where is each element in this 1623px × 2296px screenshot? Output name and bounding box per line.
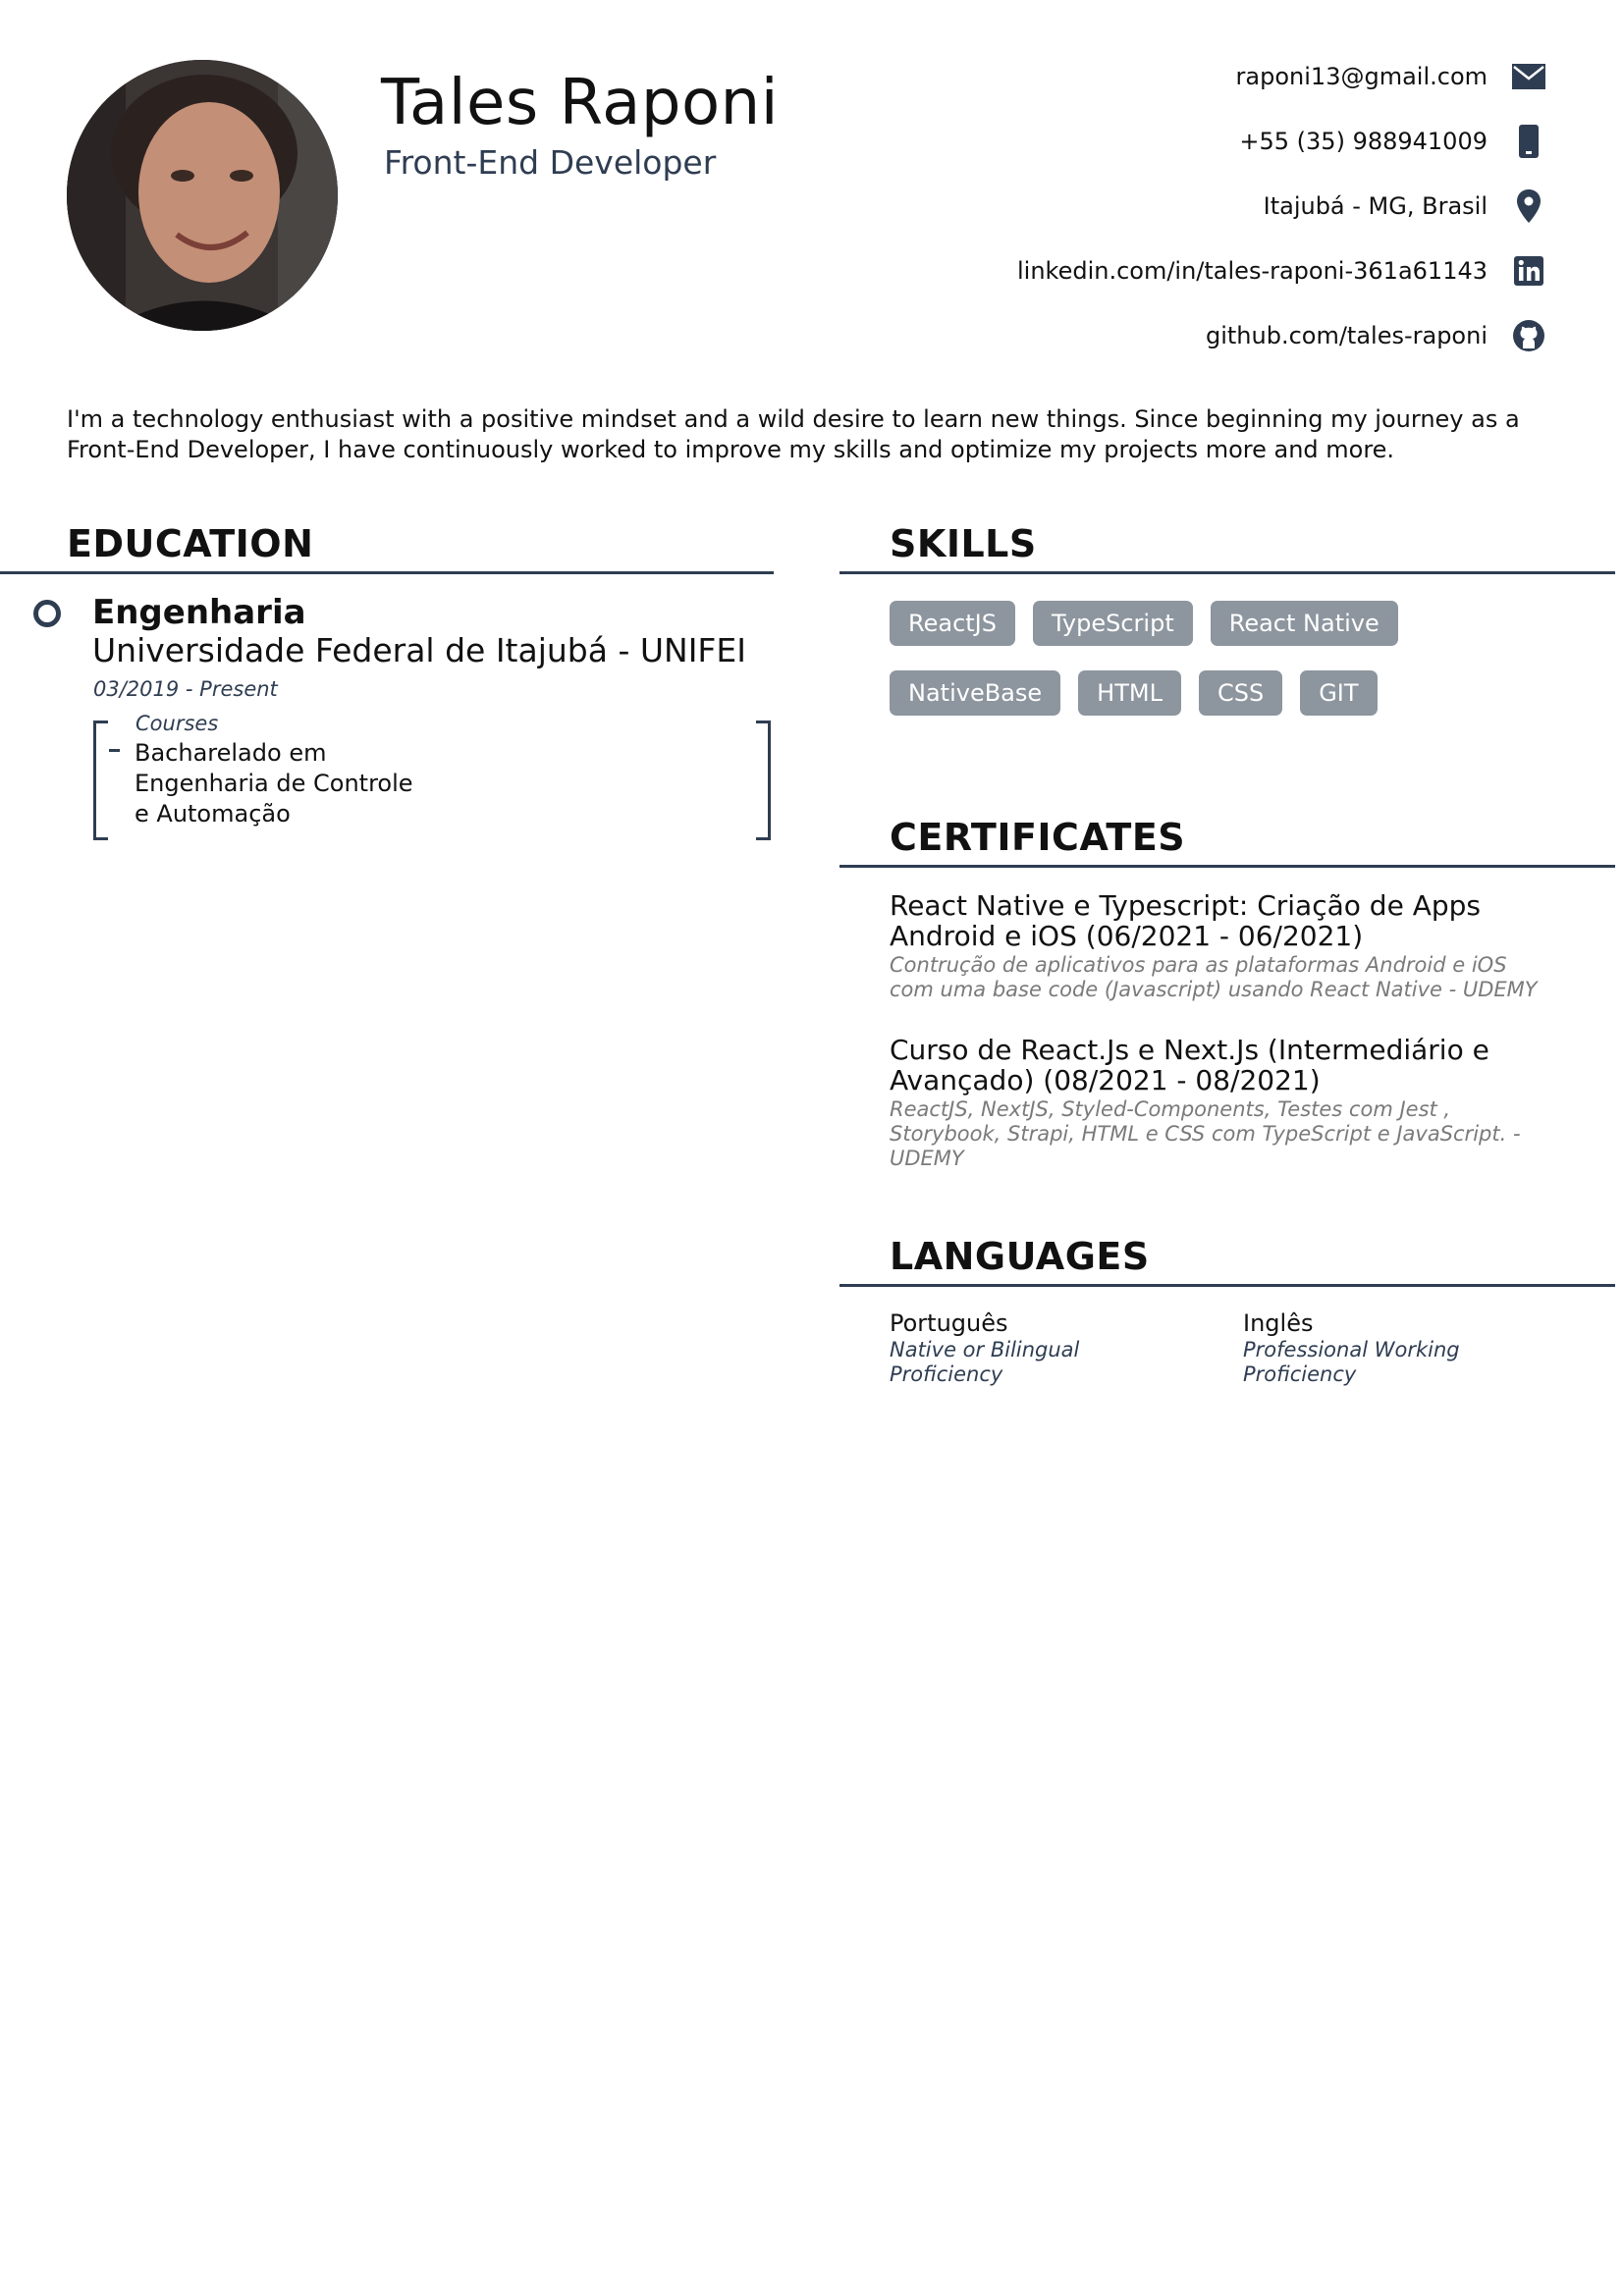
course-bullet (109, 749, 120, 752)
certificate-item: React Native e Typescript: Criação de Ap… (890, 890, 1557, 1002)
language-level: Professional Working Proficiency (1243, 1338, 1460, 1386)
skills-list: ReactJS TypeScript React Native NativeBa… (890, 601, 1439, 716)
skills-divider (839, 571, 1615, 574)
linkedin-icon (1511, 253, 1546, 289)
language-level: Native or Bilingual Proficiency (890, 1338, 1080, 1386)
certificate-title: React Native e Typescript: Criação de Ap… (890, 889, 1481, 952)
profile-summary: I'm a technology enthusiast with a posit… (67, 405, 1520, 463)
contact-email-text[interactable]: raponi13@gmail.com (1236, 63, 1488, 90)
education-school: Universidade Federal de Itajubá - UNIFEI (92, 631, 746, 669)
timeline-dot-icon (33, 600, 61, 627)
certificates-divider (839, 865, 1615, 868)
language-item: Inglês Professional Working Proficiency (1243, 1308, 1469, 1387)
skill-chip: ReactJS (890, 601, 1015, 646)
contact-linkedin-text[interactable]: linkedin.com/in/tales-raponi-361a61143 (1017, 257, 1488, 285)
courses-label: Courses (135, 712, 219, 735)
contact-phone[interactable]: +55 (35) 988941009 (1239, 120, 1546, 163)
certificate-description: Contrução de aplicativos para as platafo… (890, 953, 1538, 1001)
phone-icon (1511, 124, 1546, 159)
contact-phone-text[interactable]: +55 (35) 988941009 (1239, 128, 1488, 155)
certificate-item: Curso de React.Js e Next.Js (Intermediár… (890, 1035, 1557, 1171)
profile-photo (67, 60, 338, 331)
education-divider (0, 571, 774, 574)
language-name: Inglês (1243, 1309, 1314, 1337)
skill-chip: CSS (1198, 670, 1283, 716)
certificate-title: Curso de React.Js e Next.Js (Intermediár… (890, 1034, 1489, 1096)
languages-divider (839, 1284, 1615, 1287)
skill-chip: GIT (1300, 670, 1378, 716)
courses-bracket-right (756, 721, 771, 840)
skills-heading: SKILLS (890, 522, 1037, 565)
skill-chip: TypeScript (1033, 601, 1193, 646)
job-title: Front-End Developer (384, 143, 717, 182)
certificate-description: ReactJS, NextJS, Styled-Components, Test… (890, 1097, 1521, 1170)
contact-email[interactable]: raponi13@gmail.com (1236, 55, 1546, 98)
contact-github[interactable]: github.com/tales-raponi (1206, 314, 1546, 357)
location-pin-icon (1511, 188, 1546, 224)
github-icon (1511, 318, 1546, 353)
skill-chip: NativeBase (890, 670, 1061, 716)
certificates-heading: CERTIFICATES (890, 816, 1186, 859)
contact-location: Itajubá - MG, Brasil (1264, 185, 1546, 228)
skill-chip: HTML (1078, 670, 1181, 716)
profile-photo-image (67, 60, 338, 331)
education-degree: Engenharia (92, 593, 306, 632)
education-dates: 03/2019 - Present (93, 677, 278, 701)
language-item: Português Native or Bilingual Proficienc… (890, 1308, 1184, 1387)
candidate-name: Tales Raponi (381, 67, 779, 139)
education-heading: EDUCATION (67, 522, 314, 565)
skill-chip: React Native (1210, 601, 1398, 646)
courses-bracket-left (93, 721, 108, 840)
language-name: Português (890, 1309, 1008, 1337)
course-item: Bacharelado em Engenharia de Controle e … (135, 739, 413, 828)
contact-github-text[interactable]: github.com/tales-raponi (1206, 322, 1488, 349)
contact-location-text: Itajubá - MG, Brasil (1263, 192, 1488, 220)
languages-heading: LANGUAGES (890, 1235, 1150, 1278)
contact-linkedin[interactable]: linkedin.com/in/tales-raponi-361a61143 (1017, 249, 1546, 293)
email-icon (1511, 59, 1546, 94)
